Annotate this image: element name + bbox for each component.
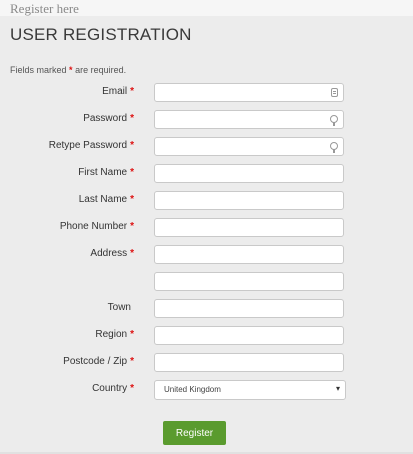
country-label: Country *	[92, 383, 134, 394]
key-icon	[330, 142, 338, 153]
password-field[interactable]	[154, 110, 344, 129]
form-row-postcode: Postcode / Zip *	[0, 353, 413, 375]
required-note-prefix: Fields marked	[10, 65, 67, 75]
form-row-address-2	[0, 272, 413, 294]
registration-page: Register here USER REGISTRATION Fields m…	[0, 0, 413, 454]
form-row-address: Address *	[0, 245, 413, 267]
register-here-text: Register here	[10, 1, 79, 16]
country-select[interactable]: United Kingdom ▾	[154, 380, 346, 400]
region-field[interactable]	[154, 326, 344, 345]
register-button[interactable]: Register	[163, 421, 226, 445]
form-row-phone: Phone Number *	[0, 218, 413, 240]
form-row-town: Town	[0, 299, 413, 321]
email-label: Email *	[102, 86, 134, 97]
form-row-region: Region *	[0, 326, 413, 348]
form-row-retype-password: Retype Password *	[0, 137, 413, 159]
email-field[interactable]	[154, 83, 344, 102]
email-icon	[331, 88, 338, 97]
page-title: USER REGISTRATION	[10, 25, 192, 44]
key-icon	[330, 115, 338, 126]
region-label: Region *	[95, 329, 134, 340]
postcode-field[interactable]	[154, 353, 344, 372]
retype-password-label: Retype Password *	[48, 140, 134, 151]
town-label: Town	[107, 302, 131, 313]
first-name-label: First Name *	[78, 167, 134, 178]
form-row-email: Email *	[0, 83, 413, 105]
town-field[interactable]	[154, 299, 344, 318]
phone-number-label: Phone Number *	[59, 221, 134, 232]
address-line1-field[interactable]	[154, 245, 344, 264]
country-selected-value: United Kingdom	[164, 385, 221, 394]
form-row-first-name: First Name *	[0, 164, 413, 186]
chevron-down-icon: ▾	[335, 384, 340, 393]
required-star: *	[69, 65, 73, 75]
first-name-field[interactable]	[154, 164, 344, 183]
last-name-field[interactable]	[154, 191, 344, 210]
form-row-last-name: Last Name *	[0, 191, 413, 213]
password-label: Password *	[83, 113, 134, 124]
required-note-suffix: are required.	[75, 65, 127, 75]
required-note: Fields marked * are required.	[10, 65, 126, 75]
form-row-password: Password *	[0, 110, 413, 132]
last-name-label: Last Name *	[78, 194, 134, 205]
address-label: Address *	[90, 248, 134, 259]
form-row-country: Country * United Kingdom ▾	[0, 380, 413, 402]
phone-number-field[interactable]	[154, 218, 344, 237]
retype-password-field[interactable]	[154, 137, 344, 156]
address-line2-field[interactable]	[154, 272, 344, 291]
postcode-label: Postcode / Zip *	[63, 356, 134, 367]
